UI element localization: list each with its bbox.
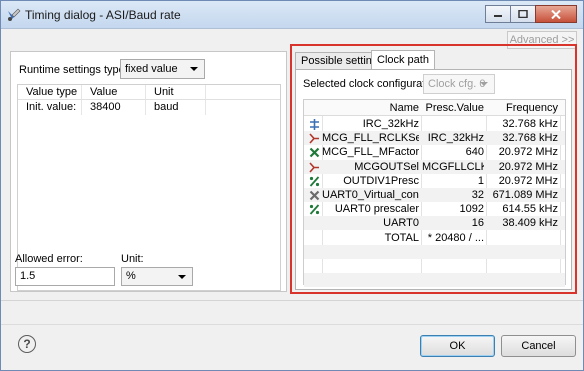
table-header: Value type Value Unit (18, 85, 280, 100)
ok-button[interactable]: OK (420, 335, 495, 357)
allowed-error-input[interactable]: 1.5 (15, 267, 115, 286)
minimize-icon (494, 15, 502, 17)
column-header[interactable]: Unit (146, 85, 206, 99)
maximize-button[interactable] (510, 5, 536, 23)
allowed-error-label: Allowed error: (15, 253, 83, 265)
unit-select[interactable]: % (121, 267, 193, 286)
maximize-icon (518, 10, 528, 18)
value-cell[interactable]: 38400 (82, 100, 146, 115)
column-header-empty (206, 85, 280, 99)
help-icon[interactable]: ? (18, 335, 36, 353)
runtime-settings-value: fixed value (125, 63, 178, 75)
divider (1, 300, 583, 301)
timing-dialog: Timing dialog - ASI/Baud rate Advanced >… (0, 0, 584, 371)
cancel-button[interactable]: Cancel (501, 335, 576, 357)
runtime-settings-label: Runtime settings type: (19, 64, 128, 76)
window-controls (485, 5, 577, 23)
window-title: Timing dialog - ASI/Baud rate (25, 8, 181, 22)
chevron-down-icon (178, 275, 186, 279)
close-icon (551, 9, 561, 19)
unit-value: % (126, 270, 136, 282)
unit-label: Unit: (121, 253, 144, 265)
column-header[interactable]: Value type (18, 85, 82, 99)
column-header[interactable]: Value (82, 85, 146, 99)
minimize-button[interactable] (485, 5, 511, 23)
unit-cell: baud (146, 100, 206, 115)
dialog-footer: ? OK Cancel (1, 324, 583, 370)
close-button[interactable] (535, 5, 577, 23)
value-type-cell: Init. value: (18, 100, 82, 115)
title-bar[interactable]: Timing dialog - ASI/Baud rate (1, 1, 583, 29)
runtime-settings-select[interactable]: fixed value (120, 59, 205, 79)
chevron-down-icon (190, 67, 198, 71)
table-row[interactable]: Init. value: 38400 baud (18, 100, 280, 115)
app-icon (8, 8, 21, 21)
empty-cell (206, 100, 280, 115)
highlight-frame (290, 44, 577, 294)
